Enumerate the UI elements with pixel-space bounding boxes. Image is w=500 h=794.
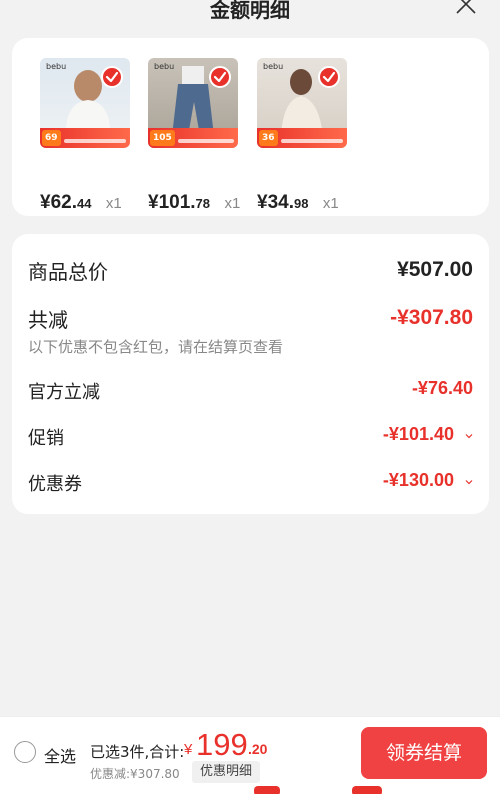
banner-text xyxy=(281,139,343,143)
products-card: bebu 69 ¥62.44 x1 bebu 105 ¥101.78 x1 be… xyxy=(12,38,489,216)
select-all-label[interactable]: 全选 xyxy=(44,743,76,767)
checkout-button[interactable]: 领券结算 xyxy=(361,727,487,779)
total-currency: ¥ xyxy=(184,741,193,758)
check-icon[interactable] xyxy=(101,66,123,88)
reduce-note: 以下优惠不包含红包，请在结算页查看 xyxy=(28,338,284,356)
brand-logo: bebu xyxy=(263,62,284,71)
select-all-radio[interactable] xyxy=(14,741,36,763)
check-icon[interactable] xyxy=(318,66,340,88)
price-major: ¥101. xyxy=(148,192,196,213)
coupon-row[interactable]: 优惠券 -¥130.00 xyxy=(28,470,473,496)
total-value: ¥507.00 xyxy=(397,258,473,281)
discount-text: 优惠减:¥307.80 xyxy=(90,767,180,781)
price-badge: 36 xyxy=(259,130,278,146)
chevron-down-icon[interactable] xyxy=(465,478,473,486)
close-icon[interactable] xyxy=(454,0,478,16)
official-label: 官方立减 xyxy=(28,382,100,403)
page-title: 金额明细 xyxy=(210,0,290,22)
promo-value: -¥101.40 xyxy=(382,424,454,444)
price-summary-card: 商品总价 ¥507.00 共减 -¥307.80 以下优惠不包含红包，请在结算页… xyxy=(12,234,489,514)
price-major: ¥34. xyxy=(257,192,294,213)
product-qty: x1 xyxy=(224,195,241,212)
nav-peek xyxy=(254,786,280,794)
price-minor: 98 xyxy=(293,196,309,211)
official-row: 官方立减 -¥76.40 xyxy=(28,378,473,404)
total-amount: 199 xyxy=(196,727,248,762)
header: 金额明细 xyxy=(0,0,500,26)
checkout-bar: 全选 已选3件,合计: ¥ 199 .20 优惠减:¥307.80 优惠明细 领… xyxy=(0,716,500,794)
total-row: 商品总价 ¥507.00 xyxy=(28,256,473,284)
product-price: ¥34.98 x1 xyxy=(257,192,339,214)
reduce-value: -¥307.80 xyxy=(390,306,473,329)
total-label: 商品总价 xyxy=(28,260,108,284)
brand-logo: bebu xyxy=(46,62,67,71)
discount-detail-button[interactable]: 优惠明细 xyxy=(192,761,261,783)
coupon-value-wrap[interactable]: -¥130.00 xyxy=(383,470,473,491)
brand-logo: bebu xyxy=(154,62,175,71)
selected-count: 已选3件,合计: xyxy=(90,743,185,761)
price-badge: 105 xyxy=(150,130,175,146)
product-qty: x1 xyxy=(322,195,339,212)
official-value: -¥76.40 xyxy=(411,378,473,398)
nav-peek xyxy=(352,786,382,794)
price-badge: 69 xyxy=(42,130,61,146)
coupon-value: -¥130.00 xyxy=(382,470,454,490)
promo-value-wrap[interactable]: -¥101.40 xyxy=(383,424,473,445)
reduce-row: 共减 -¥307.80 xyxy=(28,304,473,332)
promo-row[interactable]: 促销 -¥101.40 xyxy=(28,424,473,450)
price-minor: 78 xyxy=(195,196,211,211)
price-major: ¥62. xyxy=(40,192,77,213)
chevron-down-icon[interactable] xyxy=(465,432,473,440)
coupon-label: 优惠券 xyxy=(28,474,82,495)
product-price: ¥62.44 x1 xyxy=(40,192,122,214)
price-minor: 44 xyxy=(76,196,92,211)
banner-text xyxy=(64,139,126,143)
reduce-label: 共减 xyxy=(28,308,68,332)
total-cents: .20 xyxy=(248,741,268,757)
check-icon[interactable] xyxy=(209,66,231,88)
product-qty: x1 xyxy=(105,195,122,212)
product-price: ¥101.78 x1 xyxy=(148,192,240,214)
banner-text xyxy=(178,139,234,143)
promo-label: 促销 xyxy=(28,428,64,449)
